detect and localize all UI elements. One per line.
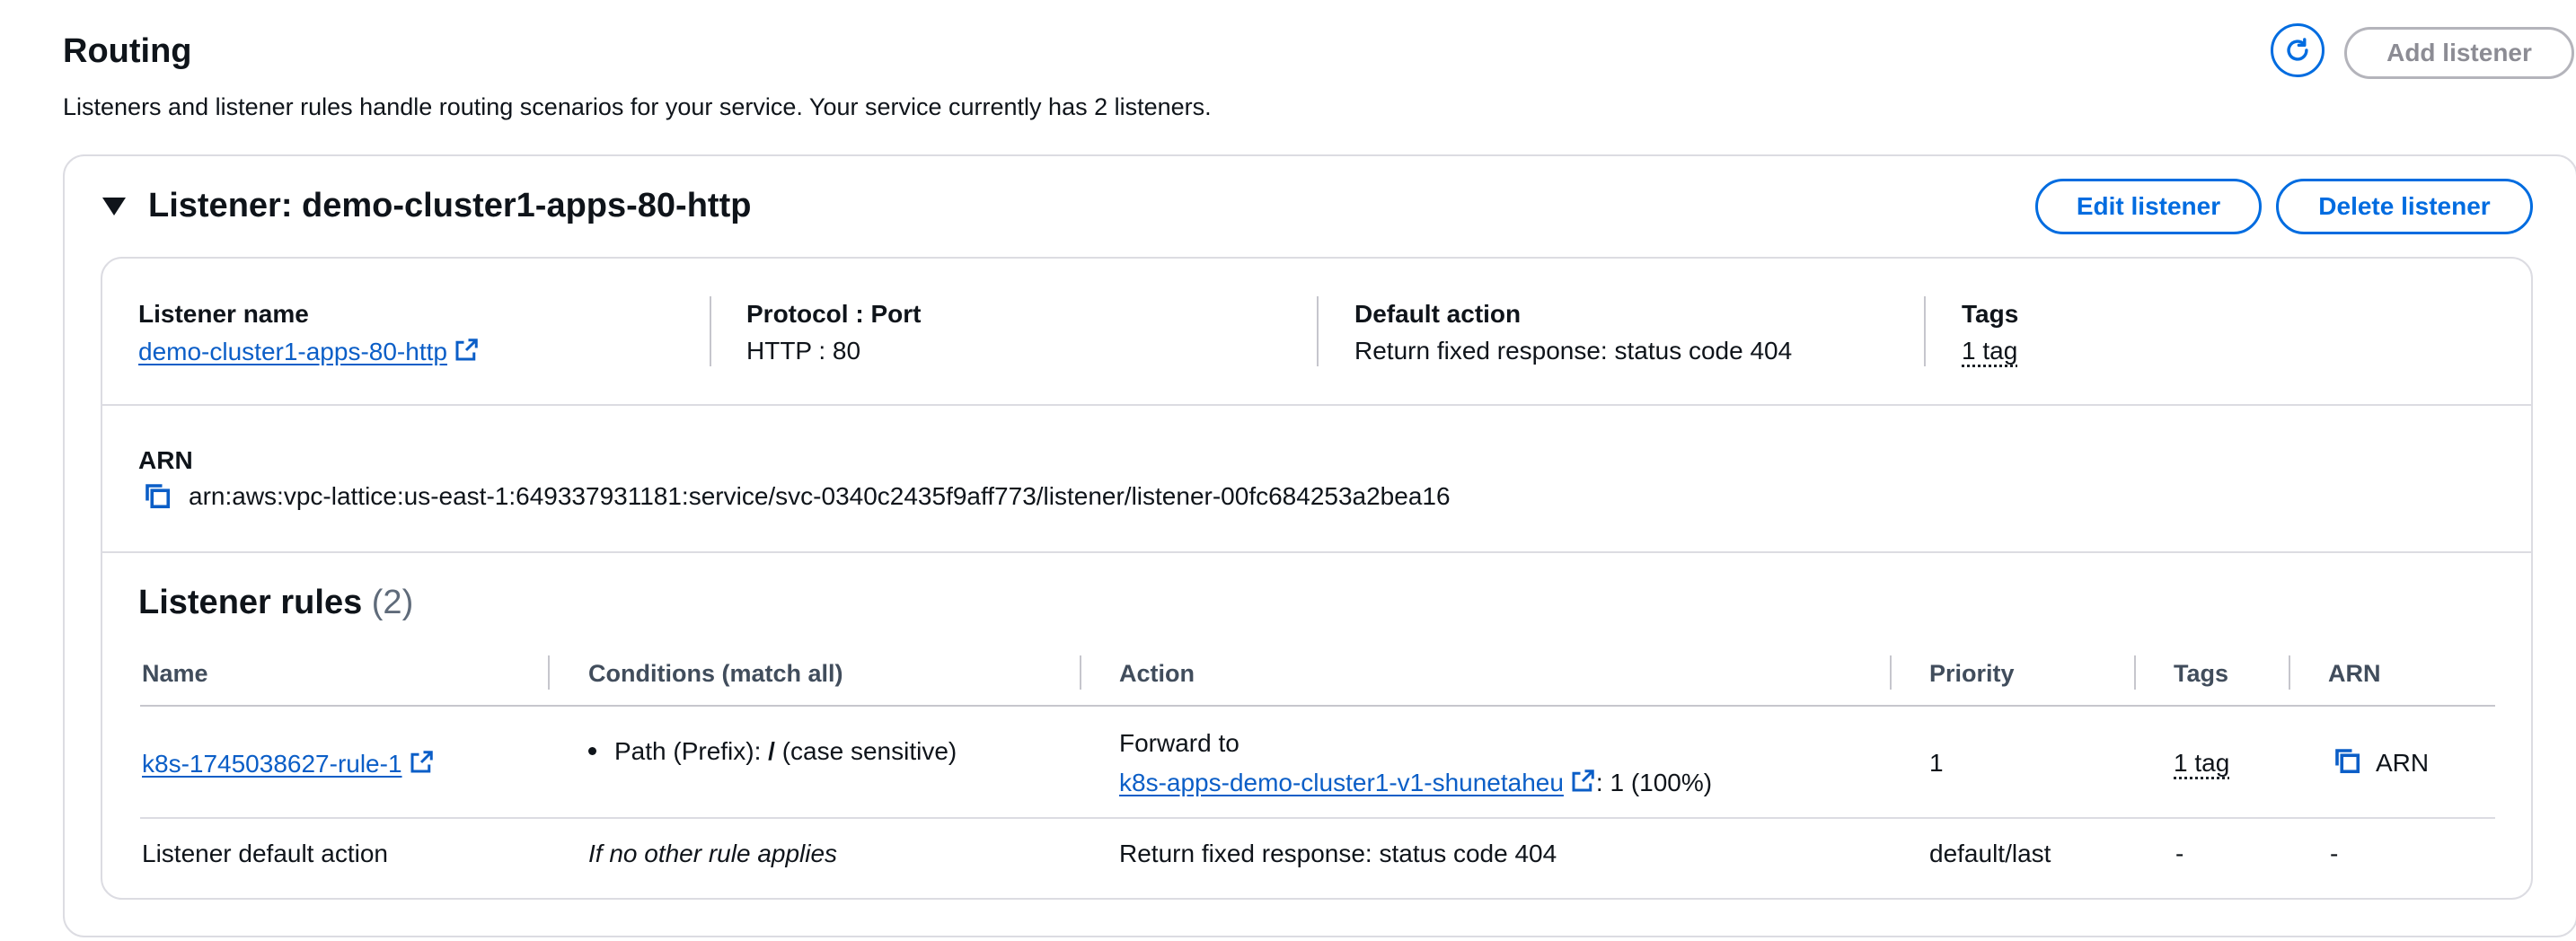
rule-name-link[interactable]: k8s-1745038627-rule-1 — [142, 749, 435, 782]
divider — [1924, 296, 1926, 366]
protocol-port-value: HTTP : 80 — [746, 337, 861, 365]
listener-name-link[interactable]: demo-cluster1-apps-80-http — [138, 337, 480, 370]
default-rule-name: Listener default action — [142, 840, 388, 867]
rule-arn[interactable]: ARN — [2376, 749, 2429, 778]
refresh-button[interactable] — [2271, 23, 2325, 77]
delete-listener-button[interactable]: Delete listener — [2276, 179, 2533, 234]
bullet-icon — [588, 747, 596, 755]
rule-condition: Path (Prefix): / (case sensitive) — [588, 737, 957, 766]
target-weight: : 1 (100%) — [1595, 769, 1713, 796]
listener-heading[interactable]: Listener: demo-cluster1-apps-80-http — [148, 187, 751, 225]
rule-action-target[interactable]: k8s-apps-demo-cluster1-v1-shunetaheu : 1 … — [1119, 768, 1712, 801]
column-header-tags: Tags — [2174, 660, 2229, 687]
copy-icon[interactable] — [142, 480, 174, 517]
divider — [102, 404, 2531, 406]
external-link-icon — [408, 749, 435, 782]
column-divider[interactable] — [1080, 655, 1081, 690]
column-divider[interactable] — [2289, 655, 2290, 690]
condition-prefix: Path (Prefix): — [614, 737, 769, 765]
tags-value[interactable]: 1 tag — [1962, 337, 2017, 365]
section-title: Routing — [63, 32, 192, 70]
arn-label: ARN — [138, 446, 193, 474]
default-rule-tags: - — [2175, 840, 2184, 867]
default-rule-priority: default/last — [1929, 840, 2051, 867]
listener-rules-heading: Listener rules (2) — [138, 584, 413, 622]
protocol-port-label: Protocol : Port — [746, 300, 922, 328]
column-header-name: Name — [142, 660, 208, 687]
arn-value: arn:aws:vpc-lattice:us-east-1:6493379311… — [189, 482, 1451, 510]
listener-name-text[interactable]: demo-cluster1-apps-80-http — [138, 338, 447, 365]
refresh-icon — [2287, 38, 2308, 61]
rule-priority: 1 — [1929, 749, 1944, 777]
external-link-icon — [1569, 768, 1596, 801]
condition-suffix: (case sensitive) — [774, 737, 957, 765]
column-header-priority: Priority — [1929, 660, 2015, 687]
tags-label: Tags — [1962, 300, 2019, 328]
external-link-icon — [453, 337, 480, 370]
column-divider[interactable] — [548, 655, 550, 690]
condition-path: / — [768, 737, 775, 765]
table-header-divider — [140, 705, 2495, 707]
default-rule-action: Return fixed response: status code 404 — [1119, 840, 1557, 867]
rule-tags[interactable]: 1 tag — [2174, 749, 2229, 778]
add-listener-button[interactable]: Add listener — [2344, 27, 2574, 79]
default-rule-condition: If no other rule applies — [588, 840, 838, 867]
rule-name-text[interactable]: k8s-1745038627-rule-1 — [142, 750, 402, 778]
divider — [710, 296, 711, 366]
copy-icon[interactable] — [2332, 745, 2364, 782]
rule-action-label: Forward to — [1119, 729, 1239, 757]
edit-listener-button[interactable]: Edit listener — [2035, 179, 2262, 234]
column-header-conditions: Conditions (match all) — [588, 660, 843, 687]
listener-name-label: Listener name — [138, 300, 309, 328]
column-header-arn: ARN — [2328, 660, 2381, 687]
default-action-label: Default action — [1354, 300, 1522, 328]
divider — [1317, 296, 1319, 366]
target-group-link[interactable]: k8s-apps-demo-cluster1-v1-shunetaheu — [1119, 769, 1564, 796]
column-header-action: Action — [1119, 660, 1195, 687]
table-row-divider — [140, 817, 2495, 819]
default-rule-arn: - — [2330, 840, 2339, 867]
divider — [102, 551, 2531, 553]
section-description: Listeners and listener rules handle rout… — [63, 93, 1212, 120]
listener-rules-title: Listener rules — [138, 584, 363, 621]
default-action-value: Return fixed response: status code 404 — [1354, 337, 1793, 365]
column-divider[interactable] — [2134, 655, 2136, 690]
caret-down-icon[interactable] — [102, 198, 126, 215]
listener-rules-count: (2) — [371, 584, 414, 621]
column-divider[interactable] — [1890, 655, 1892, 690]
